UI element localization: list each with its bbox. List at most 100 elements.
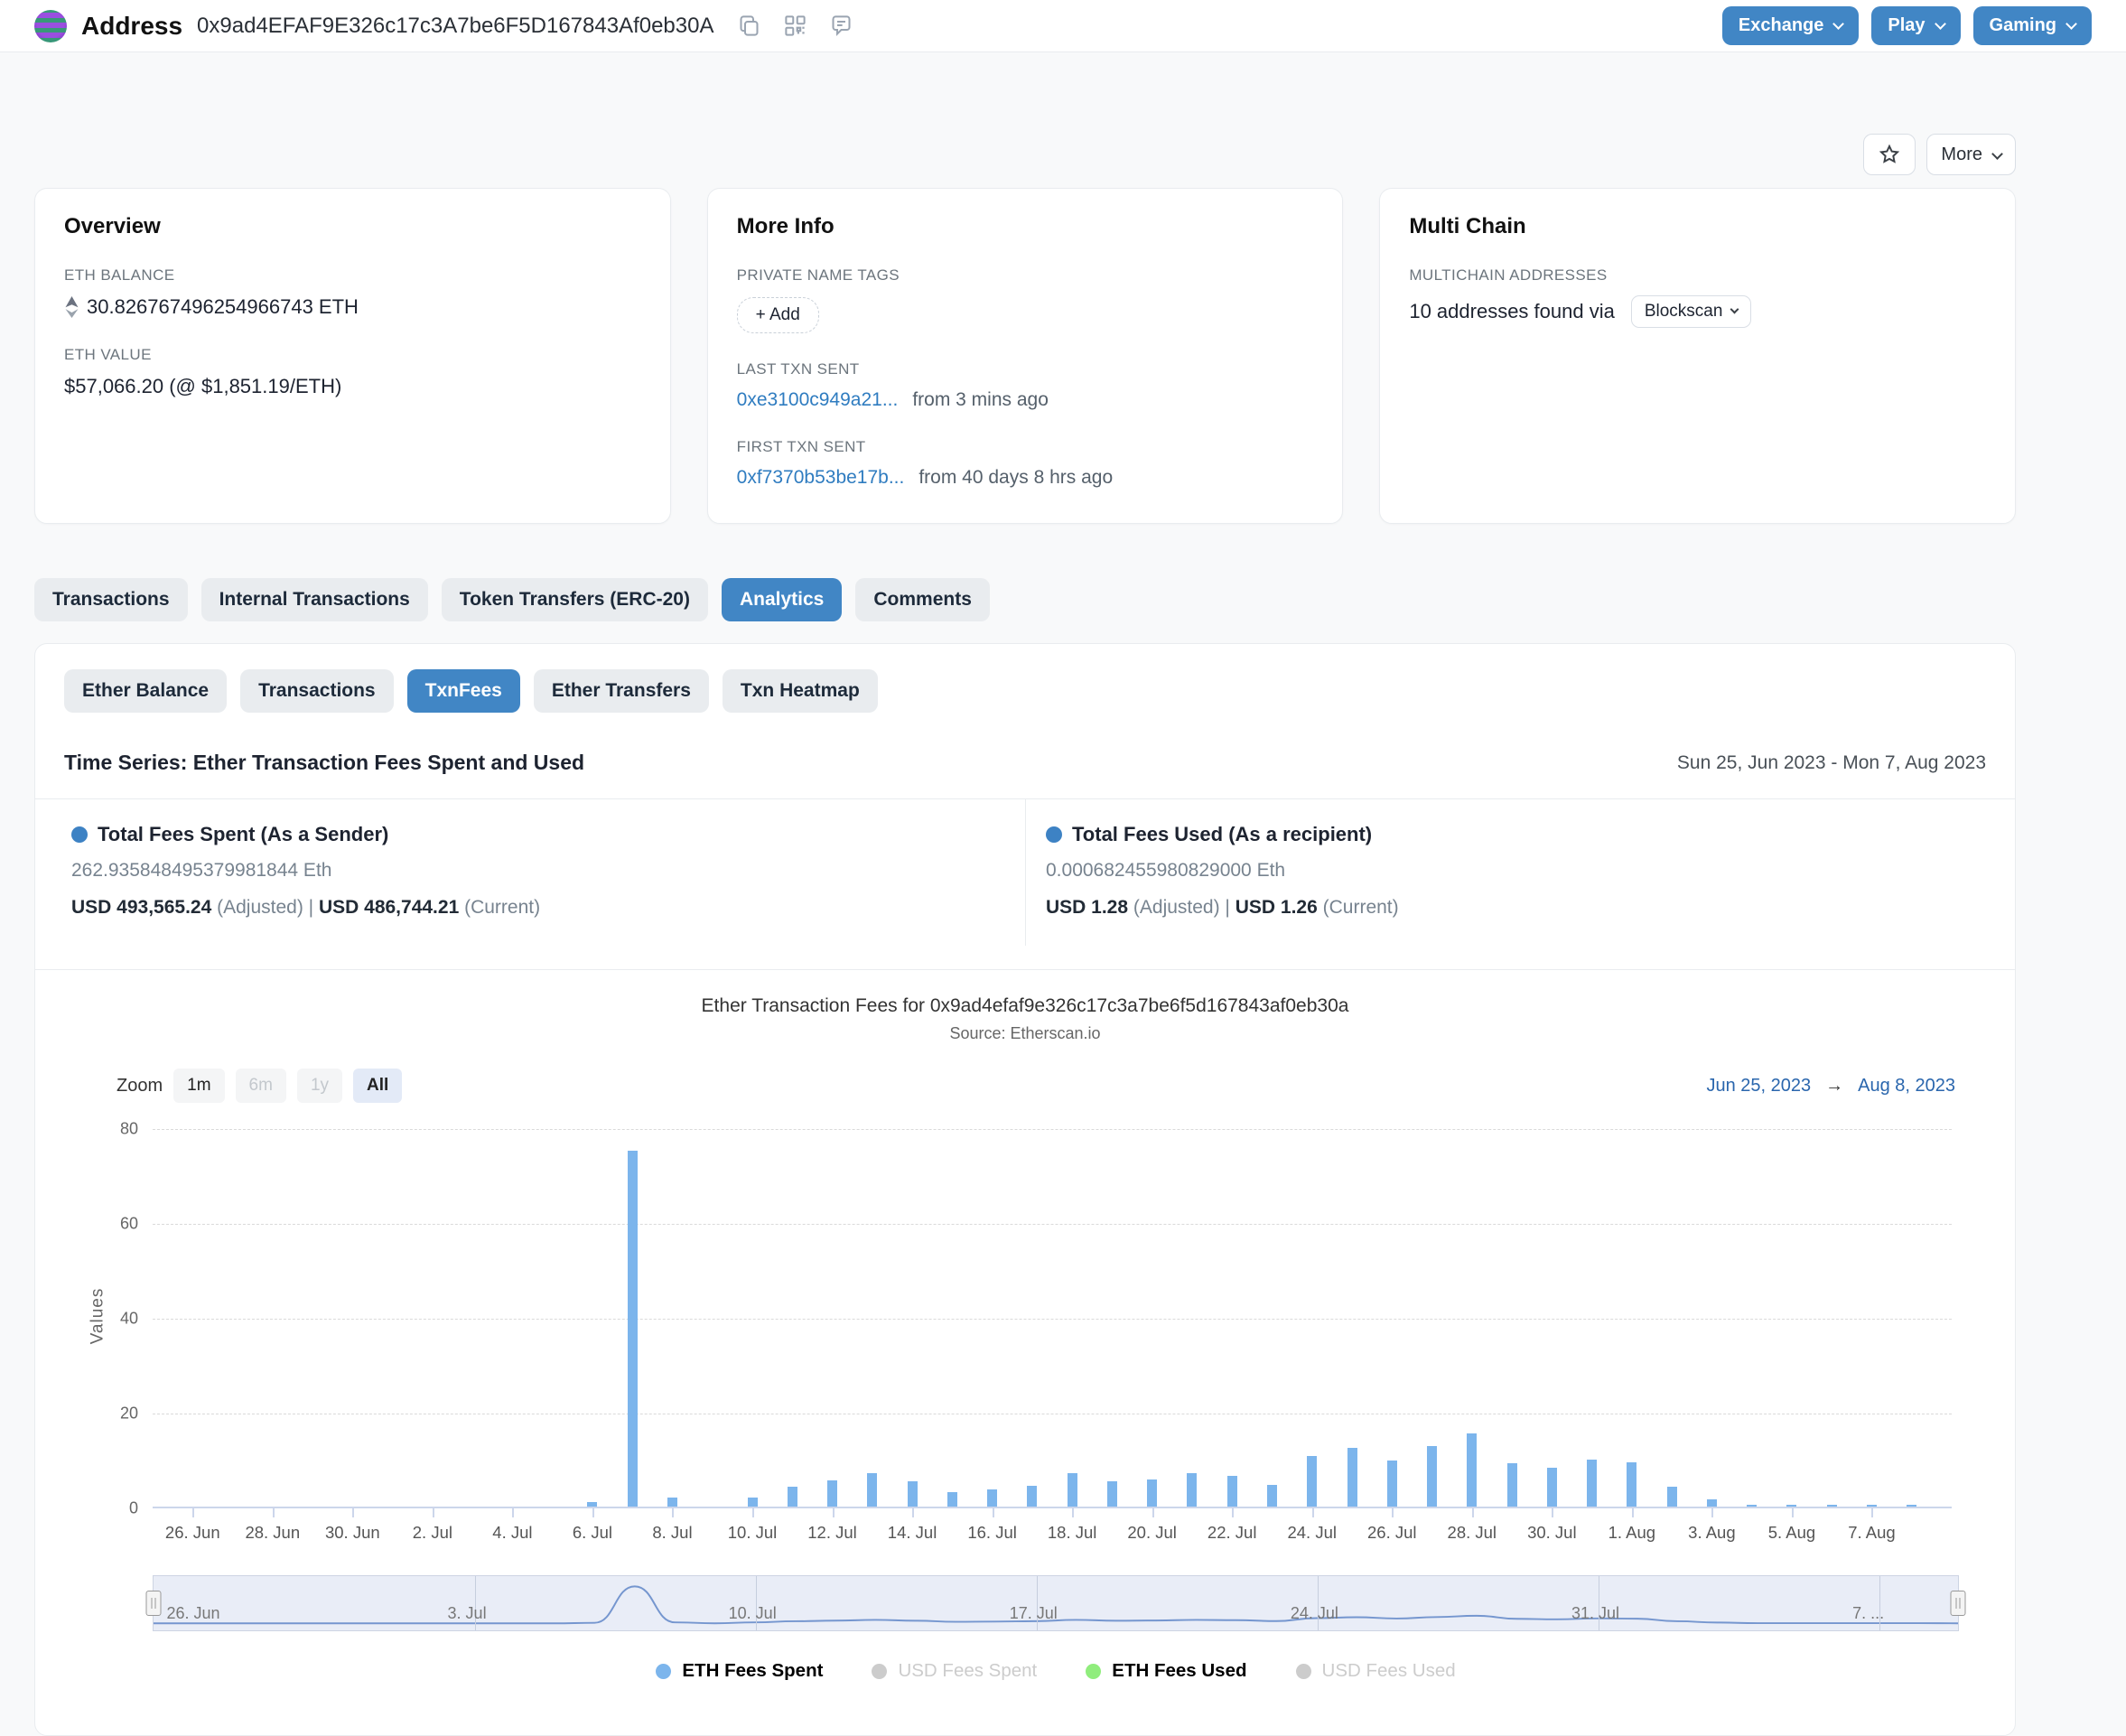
qr-code-icon[interactable] (783, 14, 807, 38)
chart-bar[interactable] (1587, 1460, 1597, 1507)
comment-icon[interactable] (829, 14, 853, 38)
navigator-left-handle[interactable] (146, 1591, 162, 1616)
chart-bar[interactable] (788, 1487, 797, 1507)
navigator-label: 24. Jul (1291, 1604, 1338, 1623)
x-tick-label: 6. Jul (573, 1523, 612, 1543)
blue-dot-icon (1046, 826, 1062, 843)
chart-bar[interactable] (1467, 1433, 1477, 1507)
sub-tabs: Ether Balance Transactions TxnFees Ether Tr… (64, 669, 1986, 713)
tab-token-transfers-erc-20[interactable]: Token Transfers (ERC-20) (442, 578, 708, 621)
chart-bar[interactable] (1627, 1462, 1636, 1507)
x-tick-mark (1072, 1507, 1074, 1517)
chart-bar[interactable] (1107, 1481, 1117, 1507)
subtab-transactions[interactable]: Transactions (240, 669, 394, 713)
divider (35, 969, 2015, 970)
navigator-right-handle[interactable] (1951, 1591, 1966, 1616)
x-tick-mark (672, 1507, 674, 1517)
blockscan-dropdown[interactable]: Blockscan (1631, 295, 1752, 328)
chart-bar[interactable] (1147, 1479, 1157, 1507)
navigator-label: 31. Jul (1571, 1604, 1619, 1623)
x-tick-label: 28. Jun (245, 1523, 300, 1543)
header-button-exchange[interactable]: Exchange (1722, 6, 1859, 45)
add-name-tag-button[interactable]: + Add (737, 297, 819, 333)
legend-label: USD Fees Spent (898, 1660, 1037, 1682)
favorite-button[interactable] (1863, 134, 1916, 175)
range-from-input[interactable]: Jun 25, 2023 (1706, 1076, 1811, 1097)
chart-bar[interactable] (748, 1498, 758, 1507)
chart-bar[interactable] (667, 1498, 677, 1507)
chevron-down-icon (1935, 18, 1946, 30)
chart-bar[interactable] (827, 1480, 837, 1507)
more-button-label: More (1941, 145, 1982, 165)
chart-bar[interactable] (867, 1473, 877, 1507)
subtab-txnfees[interactable]: TxnFees (407, 669, 520, 713)
header-button-label: Play (1888, 15, 1925, 36)
chart-bar[interactable] (1267, 1485, 1277, 1507)
first-txn-hash-link[interactable]: 0xf7370b53be17b... (737, 467, 905, 489)
chart-bar[interactable] (1227, 1476, 1237, 1507)
chart-navigator[interactable]: 26. Jun3. Jul10. Jul17. Jul24. Jul31. Ju… (153, 1575, 1959, 1631)
x-tick-mark (1792, 1507, 1794, 1517)
address-avatar (34, 10, 67, 42)
overview-card: Overview ETH BALANCE 30.8267674962549667… (34, 188, 671, 524)
zoom-button-all[interactable]: All (353, 1069, 402, 1103)
chart-bar[interactable] (628, 1151, 638, 1507)
tab-transactions[interactable]: Transactions (34, 578, 188, 621)
header-button-play[interactable]: Play (1871, 6, 1960, 45)
x-tick-mark (912, 1507, 914, 1517)
tab-internal-transactions[interactable]: Internal Transactions (201, 578, 428, 621)
legend-dot-icon (1086, 1664, 1101, 1679)
top-bar: Address 0x9ad4EFAF9E326c17c3A7be6F5D1678… (0, 0, 2126, 52)
legend-item-eth-fees-used[interactable]: ETH Fees Used (1086, 1660, 1246, 1682)
chart-bar[interactable] (987, 1489, 997, 1507)
more-button[interactable]: More (1926, 134, 2016, 175)
x-tick-mark (1232, 1507, 1234, 1517)
chart-bar[interactable] (1507, 1463, 1517, 1507)
chart-bar[interactable] (1747, 1505, 1757, 1507)
section-date-range: Sun 25, Jun 2023 - Mon 7, Aug 2023 (1677, 752, 1986, 774)
subtab-ether-transfers[interactable]: Ether Transfers (534, 669, 709, 713)
legend-dot-icon (656, 1664, 671, 1679)
legend-item-usd-fees-spent[interactable]: USD Fees Spent (872, 1660, 1037, 1682)
x-tick-mark (1711, 1507, 1713, 1517)
chart-bar[interactable] (1347, 1448, 1357, 1507)
header-button-gaming[interactable]: Gaming (1973, 6, 2092, 45)
chart-bar[interactable] (947, 1492, 957, 1507)
chart-bar[interactable] (1068, 1473, 1077, 1507)
chart-bar[interactable] (1387, 1461, 1397, 1507)
tab-analytics[interactable]: Analytics (722, 578, 842, 621)
x-tick-label: 12. Jul (807, 1523, 857, 1543)
zoom-button-1m[interactable]: 1m (173, 1069, 224, 1103)
chart-bar[interactable] (1187, 1473, 1197, 1507)
x-tick-label: 7. Aug (1848, 1523, 1895, 1543)
chart-bar[interactable] (908, 1481, 918, 1507)
legend-label: ETH Fees Used (1112, 1660, 1246, 1682)
gridline (153, 1319, 1952, 1320)
chart-bar[interactable] (1307, 1456, 1317, 1507)
legend-item-eth-fees-spent[interactable]: ETH Fees Spent (656, 1660, 823, 1682)
legend-item-usd-fees-used[interactable]: USD Fees Used (1296, 1660, 1456, 1682)
chart-bar[interactable] (1827, 1505, 1837, 1507)
subtab-ether-balance[interactable]: Ether Balance (64, 669, 227, 713)
chevron-down-icon (2065, 18, 2077, 30)
x-tick-mark (1472, 1507, 1474, 1517)
chart-bar[interactable] (1707, 1499, 1717, 1507)
x-tick-label: 4. Jul (492, 1523, 532, 1543)
x-tick-mark (352, 1507, 354, 1517)
subtab-txn-heatmap[interactable]: Txn Heatmap (723, 669, 878, 713)
range-to-input[interactable]: Aug 8, 2023 (1858, 1076, 1955, 1097)
chart-bar[interactable] (1907, 1505, 1916, 1507)
chart-bar[interactable] (1547, 1468, 1557, 1507)
chart-title: Ether Transaction Fees for 0x9ad4efaf9e3… (64, 995, 1986, 1017)
x-tick-label: 2. Jul (413, 1523, 452, 1543)
chart-bar[interactable] (1427, 1446, 1437, 1507)
copy-address-icon[interactable] (737, 14, 761, 38)
blue-dot-icon (71, 826, 88, 843)
page-actions-row: More (34, 134, 2016, 175)
stat-spent-usd: USD 493,565.24 (Adjusted) | USD 486,744.… (71, 897, 996, 919)
x-tick-mark (512, 1507, 514, 1517)
chart-bar[interactable] (1027, 1486, 1037, 1507)
last-txn-hash-link[interactable]: 0xe3100c949a21... (737, 389, 899, 411)
tab-comments[interactable]: Comments (855, 578, 990, 621)
chart-bar[interactable] (1667, 1487, 1677, 1507)
